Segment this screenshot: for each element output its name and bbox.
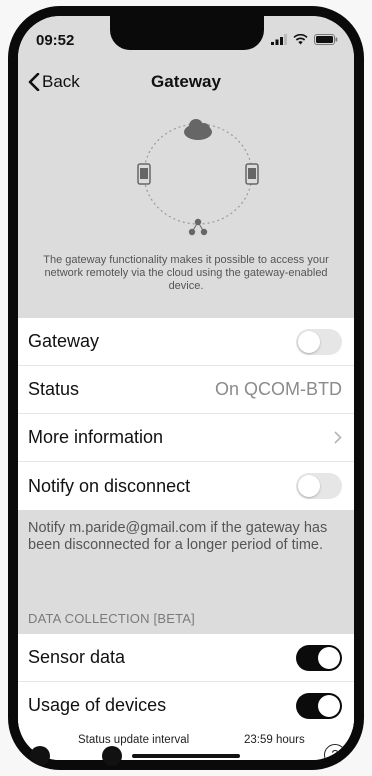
toggle-knob <box>298 475 320 497</box>
interval-label: Status update interval <box>78 734 190 746</box>
sensor-data-label: Sensor data <box>28 647 126 667</box>
status-icons <box>271 34 338 45</box>
status-value: On QCOM-BTD <box>214 379 342 399</box>
screen: 09:52 Gateway Back The gateway functiona… <box>18 16 354 760</box>
toggle-knob <box>318 646 340 669</box>
gateway-label: Gateway <box>28 331 100 351</box>
settings-list: Gateway Status On QCOM-BTD More informat… <box>18 318 354 730</box>
help-icon[interactable]: ? <box>324 744 346 760</box>
navigation-bar: Gateway Back <box>18 60 354 104</box>
gateway-toggle[interactable] <box>296 328 342 355</box>
status-row: Status On QCOM-BTD <box>18 366 354 414</box>
toggle-knob <box>318 694 340 717</box>
sensor-data-row: Sensor data <box>18 634 354 682</box>
gateway-description: The gateway functionality makes it possi… <box>43 254 329 292</box>
gateway-illustration: The gateway functionality makes it possi… <box>18 104 354 318</box>
bottom-dot-center <box>102 746 122 766</box>
usage-devices-row: Usage of devices <box>18 682 354 730</box>
toggle-knob <box>298 330 320 353</box>
usage-devices-label: Usage of devices <box>28 695 167 715</box>
phone: 09:52 Gateway Back The gateway functiona… <box>8 6 364 770</box>
data-collection-header: DATA COLLECTION [BETA] <box>18 588 354 634</box>
status-time: 09:52 <box>36 32 75 49</box>
interval-value: 23:59 hours <box>244 734 305 746</box>
notify-label: Notify on disconnect <box>28 475 191 496</box>
back-button[interactable]: Back <box>28 72 80 92</box>
battery-icon <box>314 34 338 45</box>
hub-icon <box>188 218 208 236</box>
gateway-row: Gateway <box>18 318 354 366</box>
notify-note: Notify m.paride@gmail.com if the gateway… <box>18 510 354 588</box>
phone-left-icon <box>137 163 151 185</box>
notch <box>110 16 264 50</box>
usage-devices-toggle[interactable] <box>296 692 342 719</box>
more-information-row[interactable]: More information <box>18 414 354 462</box>
chevron-left-icon <box>28 73 40 91</box>
notify-row: Notify on disconnect <box>18 462 354 510</box>
notify-toggle[interactable] <box>296 473 342 499</box>
home-indicator[interactable] <box>132 754 240 758</box>
status-label: Status <box>28 379 80 399</box>
phone-right-icon <box>245 163 259 185</box>
back-label: Back <box>42 72 80 91</box>
more-information-label: More information <box>28 427 164 447</box>
device-frame: 09:52 Gateway Back The gateway functiona… <box>0 0 372 776</box>
wifi-icon <box>293 34 308 45</box>
bottom-dot-left <box>30 746 50 766</box>
chevron-right-icon <box>334 431 342 444</box>
sensor-data-toggle[interactable] <box>296 644 342 671</box>
signal-icon <box>271 34 287 45</box>
cloud-icon <box>184 119 212 140</box>
cloud-network-diagram <box>137 119 259 236</box>
